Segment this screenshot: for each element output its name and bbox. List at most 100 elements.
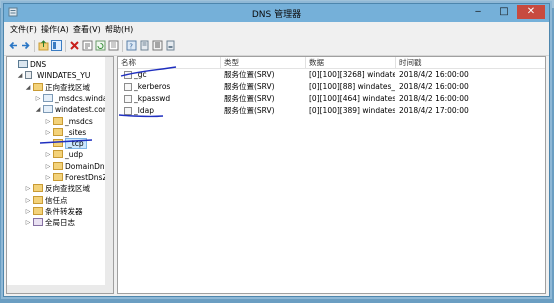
record-type: 服务位置(SRV)	[224, 94, 275, 103]
tree-vertical-scrollbar[interactable]	[105, 57, 113, 293]
show-hide-tree-icon[interactable]	[51, 40, 62, 51]
toolbar: ?	[4, 37, 549, 56]
folder-icon	[33, 184, 43, 193]
detail-view-icon[interactable]	[165, 40, 176, 51]
folder-icon	[53, 173, 63, 181]
record-timestamp: 2018/4/2 16:00:00	[399, 82, 469, 91]
collapse-toggle-icon[interactable]: ◢	[16, 70, 24, 81]
expand-toggle-icon[interactable]: ▷	[44, 116, 52, 127]
tree-item-label: 反向查找区域	[45, 184, 90, 194]
menu-action[interactable]: 操作(A)	[41, 24, 69, 35]
maximize-button[interactable]: □	[493, 5, 515, 19]
dns-server-icon	[18, 60, 28, 68]
record-icon	[124, 83, 132, 91]
tree-item-label: DNS	[30, 60, 47, 69]
tree-item-label: _sites	[65, 127, 87, 137]
expand-toggle-icon[interactable]: ▷	[44, 127, 52, 138]
folder-icon	[33, 82, 43, 91]
folder-icon	[53, 127, 63, 136]
expand-toggle-icon[interactable]: ▷	[24, 206, 32, 217]
record-icon	[124, 95, 132, 103]
folder-icon	[53, 139, 63, 148]
menu-file[interactable]: 文件(F)	[10, 24, 37, 35]
minimize-button[interactable]: ‒	[467, 5, 489, 19]
zone-icon	[43, 93, 53, 102]
record-icon	[124, 107, 132, 115]
server-icon	[25, 71, 32, 80]
refresh-icon[interactable]	[95, 40, 106, 51]
svg-text:?: ?	[129, 43, 133, 51]
column-header-data[interactable]: 数据	[306, 57, 396, 68]
folder-icon	[53, 150, 63, 159]
list-view-icon[interactable]	[152, 40, 163, 51]
zone-icon	[43, 105, 53, 114]
record-type: 服务位置(SRV)	[224, 106, 275, 115]
help-icon[interactable]: ?	[126, 40, 137, 51]
expand-toggle-icon[interactable]: ▷	[24, 183, 32, 194]
log-icon	[33, 218, 43, 227]
tree-item-label: _udp	[65, 150, 84, 160]
tree-item-label: _tcp	[65, 138, 87, 150]
expand-toggle-icon[interactable]: ▷	[24, 195, 32, 206]
expand-toggle-icon[interactable]: ▷	[44, 149, 52, 160]
record-data: [0][100][88] windates_yu...	[309, 82, 395, 91]
record-row[interactable]: _gc 服务位置(SRV) [0][100][3268] windates_... 2…	[118, 69, 545, 81]
menu-help[interactable]: 帮助(H)	[105, 24, 133, 35]
record-name: _kpasswd	[134, 94, 171, 103]
toolbar-separator	[65, 40, 66, 52]
column-header-name[interactable]: 名称	[118, 57, 221, 68]
record-row[interactable]: _kpasswd 服务位置(SRV) [0][100][464] windates_…	[118, 93, 545, 105]
tree-item-label: windatest.com	[55, 105, 111, 115]
record-name: _gc	[134, 70, 147, 79]
records-list: 名称 类型 数据 时间戳 _gc 服务位置(SRV) [0][100][3268] …	[117, 56, 546, 294]
folder-icon	[53, 161, 63, 170]
dns-manager-window: DNS 管理器 ‒ □ ✕ 文件(F) 操作(A) 查看(V) 帮助(H) ? …	[3, 3, 550, 297]
record-timestamp: 2018/4/2 16:00:00	[399, 70, 469, 79]
menu-view[interactable]: 查看(V)	[73, 24, 101, 35]
record-row[interactable]: _ldap 服务位置(SRV) [0][100][389] windates_y..…	[118, 105, 545, 117]
delete-icon[interactable]	[69, 40, 80, 51]
record-data: [0][100][464] windates_y...	[309, 94, 395, 103]
menu-bar: 文件(F) 操作(A) 查看(V) 帮助(H)	[4, 22, 549, 37]
record-data: [0][100][389] windates_y...	[309, 106, 395, 115]
record-data: [0][100][3268] windates_...	[309, 70, 395, 79]
forward-arrow-icon[interactable]	[20, 40, 31, 51]
title-bar[interactable]: DNS 管理器 ‒ □ ✕	[4, 4, 549, 22]
up-folder-icon[interactable]	[38, 40, 49, 51]
toolbar-separator	[34, 40, 35, 52]
collapse-toggle-icon[interactable]: ◢	[34, 104, 42, 115]
record-row[interactable]: _kerberos 服务位置(SRV) [0][100][88] windates_…	[118, 81, 545, 93]
record-type: 服务位置(SRV)	[224, 70, 275, 79]
record-timestamp: 2018/4/2 17:00:00	[399, 106, 469, 115]
expand-toggle-icon[interactable]: ▷	[44, 161, 52, 172]
export-list-icon[interactable]	[108, 40, 119, 51]
expand-toggle-icon[interactable]: ▷	[44, 172, 52, 183]
folder-icon	[53, 116, 63, 125]
toolbar-separator	[122, 40, 123, 52]
server-view-icon[interactable]	[139, 40, 150, 51]
record-timestamp: 2018/4/2 16:00:00	[399, 94, 469, 103]
folder-icon	[33, 195, 43, 204]
record-name: _ldap	[134, 106, 154, 115]
back-arrow-icon[interactable]	[8, 40, 19, 51]
tree-item-label: 正向查找区域	[45, 82, 90, 92]
properties-icon[interactable]	[82, 40, 93, 51]
expand-toggle-icon[interactable]: ▷	[24, 217, 32, 228]
close-button[interactable]: ✕	[517, 5, 545, 19]
tree-item-label: 信任点	[45, 195, 68, 205]
tree-item-label: 条件转发器	[45, 206, 83, 216]
tree-item-label: _msdcs	[65, 116, 93, 126]
column-header-type[interactable]: 类型	[221, 57, 306, 68]
list-header: 名称 类型 数据 时间戳	[118, 57, 545, 69]
console-tree: DNS◢WINDATES_YU◢正向查找区域▷_msdcs.windatest.…	[6, 56, 114, 294]
tree-horizontal-scrollbar[interactable]	[7, 285, 113, 293]
record-type: 服务位置(SRV)	[224, 82, 275, 91]
column-header-timestamp[interactable]: 时间戳	[396, 57, 544, 68]
record-icon	[124, 71, 132, 79]
tree-item-label: 全局日志	[45, 218, 75, 228]
collapse-toggle-icon[interactable]: ◢	[24, 82, 32, 93]
folder-icon	[33, 206, 43, 215]
expand-toggle-icon[interactable]: ▷	[34, 93, 42, 104]
tree-item-label: WINDATES_YU	[37, 71, 91, 81]
record-name: _kerberos	[134, 82, 171, 91]
